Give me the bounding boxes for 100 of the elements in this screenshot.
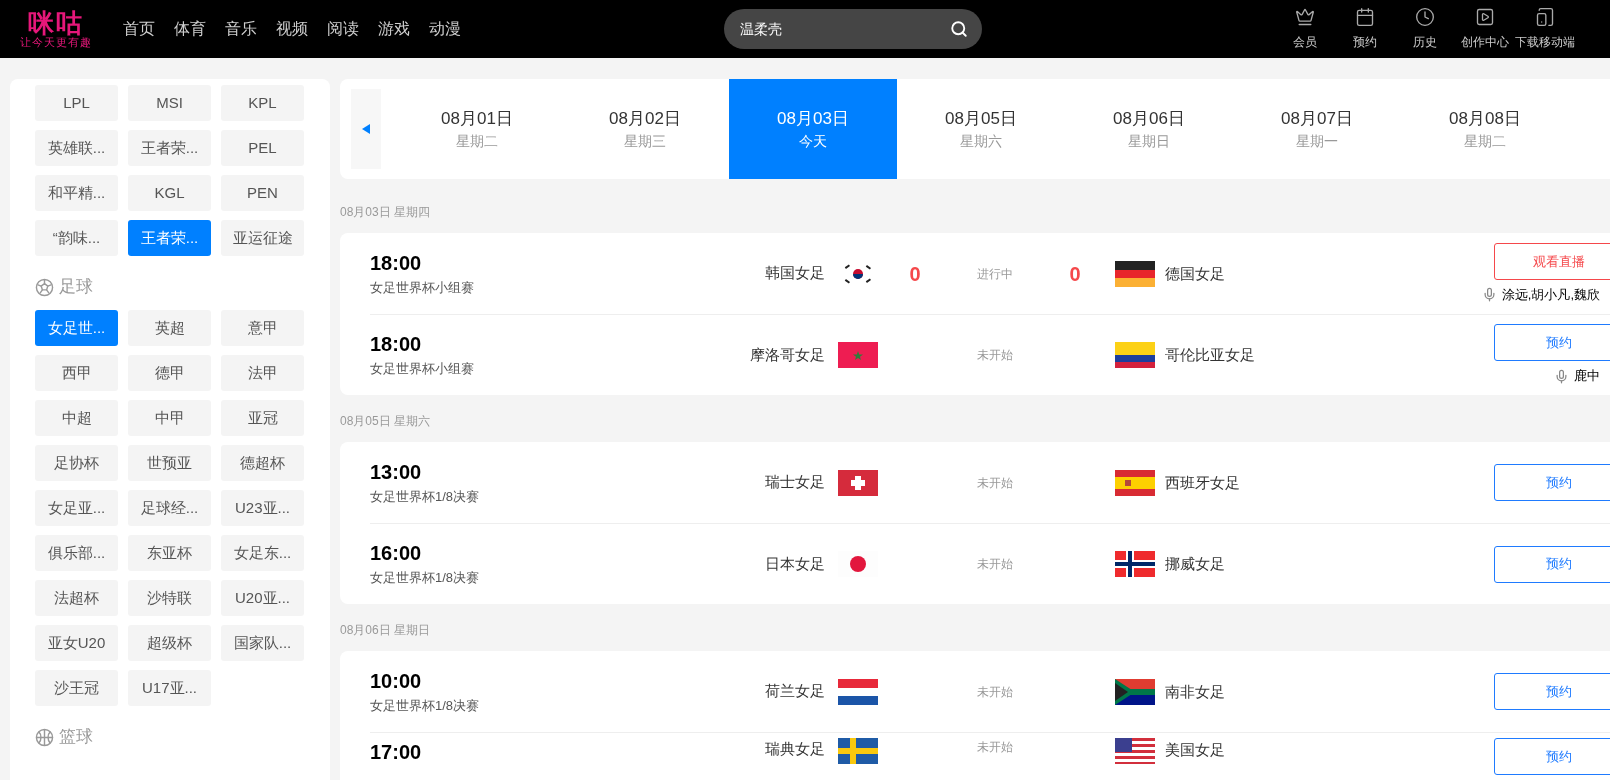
toolbar-button[interactable]: 预约 (1335, 7, 1395, 51)
day-heading: 08月05日 星期六 (340, 413, 432, 430)
team-name: 南非女足 (1165, 682, 1225, 700)
category-tab[interactable]: 和平精... (35, 175, 118, 211)
date-tab[interactable]: 08月03日 今天 (729, 79, 897, 179)
basketball-icon (35, 727, 54, 747)
category-tab[interactable]: 法超杯 (35, 580, 118, 616)
category-tab[interactable]: PEL (221, 130, 304, 166)
date-tab[interactable]: 08月01日 星期二 (393, 79, 561, 179)
date-tab[interactable]: 08月07日 星期一 (1233, 79, 1401, 179)
category-tab[interactable]: 超级杯 (128, 625, 211, 661)
team-name: 日本女足 (765, 553, 825, 574)
flag-icon (838, 469, 878, 496)
category-tab[interactable]: 西甲 (35, 355, 118, 391)
nav-link[interactable]: 首页 (123, 17, 155, 41)
date-tab[interactable]: 08月05日 星期六 (897, 79, 1065, 179)
nav-link[interactable]: 阅读 (327, 17, 359, 41)
phone-icon (1535, 7, 1555, 27)
category-tab[interactable]: 王者荣... (128, 220, 211, 256)
match-status: 未开始 (977, 683, 1013, 701)
category-tab[interactable]: 足球经... (128, 490, 211, 526)
clock-icon (1415, 7, 1435, 27)
team-name: 韩国女足 (765, 263, 825, 284)
nav-link[interactable]: 视频 (276, 17, 308, 41)
category-tab[interactable]: U17亚... (128, 670, 211, 706)
category-tab[interactable]: 英雄联... (35, 130, 118, 166)
search-input[interactable]: 温柔壳 (740, 18, 950, 40)
category-tab[interactable]: 中甲 (128, 400, 211, 436)
category-tab[interactable]: LPL (35, 85, 118, 121)
reserve-button[interactable]: 预约 (1494, 738, 1610, 775)
reserve-button[interactable]: 预约 (1494, 545, 1610, 583)
match-time: 13:00 (370, 459, 423, 485)
search-icon[interactable] (950, 20, 968, 38)
toolbar-button[interactable]: 创作中心 (1455, 7, 1515, 51)
category-tab[interactable]: 亚运征途 (221, 220, 304, 256)
commentators: 鹿中 (1574, 367, 1600, 386)
category-tab[interactable]: PEN (221, 175, 304, 211)
reserve-button[interactable]: 预约 (1494, 324, 1610, 362)
category-tab[interactable]: 国家队... (221, 625, 304, 661)
reserve-button[interactable]: 预约 (1494, 673, 1610, 710)
microphone-icon (1554, 368, 1569, 384)
nav-link[interactable]: 动漫 (429, 17, 461, 41)
category-tab[interactable]: 女足世... (35, 310, 118, 346)
category-tab[interactable]: KPL (221, 85, 304, 121)
team-name: 美国女足 (1165, 741, 1225, 758)
team-name: 德国女足 (1165, 264, 1225, 282)
category-tab[interactable]: 亚女U20 (35, 625, 118, 661)
nav-link[interactable]: 游戏 (378, 17, 410, 41)
flag-icon (838, 738, 878, 764)
date-tab[interactable]: 08月06日 星期日 (1065, 79, 1233, 179)
competition-name: 女足世界杯1/8决赛 (370, 696, 481, 715)
flag-icon (838, 678, 878, 705)
category-tab[interactable]: KGL (128, 175, 211, 211)
category-tab[interactable]: 亚冠 (221, 400, 304, 436)
category-tab[interactable]: 东亚杯 (128, 535, 211, 571)
microphone-icon (1481, 287, 1497, 302)
nav-link[interactable]: 体育 (174, 17, 206, 41)
category-tab[interactable]: MSI (128, 85, 211, 121)
watch-live-button[interactable]: 观看直播 (1494, 242, 1610, 280)
category-tab[interactable]: 足协杯 (35, 445, 118, 481)
category-tab[interactable]: 女足亚... (35, 490, 118, 526)
category-tab[interactable]: U20亚... (221, 580, 304, 616)
category-tab[interactable]: U23亚... (221, 490, 304, 526)
team-name: 瑞士女足 (765, 472, 825, 493)
category-tab[interactable]: 中超 (35, 400, 118, 436)
match-status: 未开始 (977, 474, 1013, 492)
football-icon (35, 277, 54, 297)
nav-link[interactable]: 音乐 (225, 17, 257, 41)
flag-icon (838, 342, 878, 368)
crown-icon (1295, 7, 1315, 27)
category-tab[interactable]: 意甲 (221, 310, 304, 346)
category-tab[interactable]: 德甲 (128, 355, 211, 391)
toolbar-button[interactable]: 下载移动端 (1515, 7, 1575, 51)
category-tab[interactable]: 德超杯 (221, 445, 304, 481)
category-tab[interactable]: 王者荣... (128, 130, 211, 166)
flag-icon (1115, 342, 1155, 368)
search-field[interactable]: 温柔壳 (724, 9, 982, 49)
flag-icon (1115, 738, 1155, 764)
category-tab[interactable]: 沙特联 (128, 580, 211, 616)
day-heading: 08月03日 星期四 (340, 204, 432, 221)
logo[interactable]: 咪咕 (28, 9, 84, 36)
date-tab[interactable]: 08月08日 星期二 (1401, 79, 1569, 179)
category-tab[interactable]: 英超 (128, 310, 211, 346)
group-title: 篮球 (59, 726, 93, 749)
category-tab[interactable]: 俱乐部... (35, 535, 118, 571)
match-time: 17:00 (370, 740, 423, 765)
commentators: 涂远,胡小凡,魏欣 (1501, 285, 1600, 304)
toolbar-button[interactable]: 历史 (1395, 7, 1455, 51)
category-tab[interactable]: 女足东... (221, 535, 304, 571)
reserve-button[interactable]: 预约 (1494, 464, 1610, 501)
category-tab[interactable]: 世预亚 (128, 445, 211, 481)
competition-name: 女足世界杯1/8决赛 (370, 569, 481, 587)
match-time: 16:00 (370, 541, 423, 566)
toolbar-button[interactable]: 会员 (1275, 7, 1335, 51)
category-tab[interactable]: 法甲 (221, 355, 304, 391)
score: 0 (1069, 261, 1081, 287)
date-tab[interactable]: 08月02日 星期三 (561, 79, 729, 179)
category-tab[interactable]: “韵味... (35, 220, 118, 256)
flag-icon (1115, 678, 1155, 705)
category-tab[interactable]: 沙王冠 (35, 670, 118, 706)
